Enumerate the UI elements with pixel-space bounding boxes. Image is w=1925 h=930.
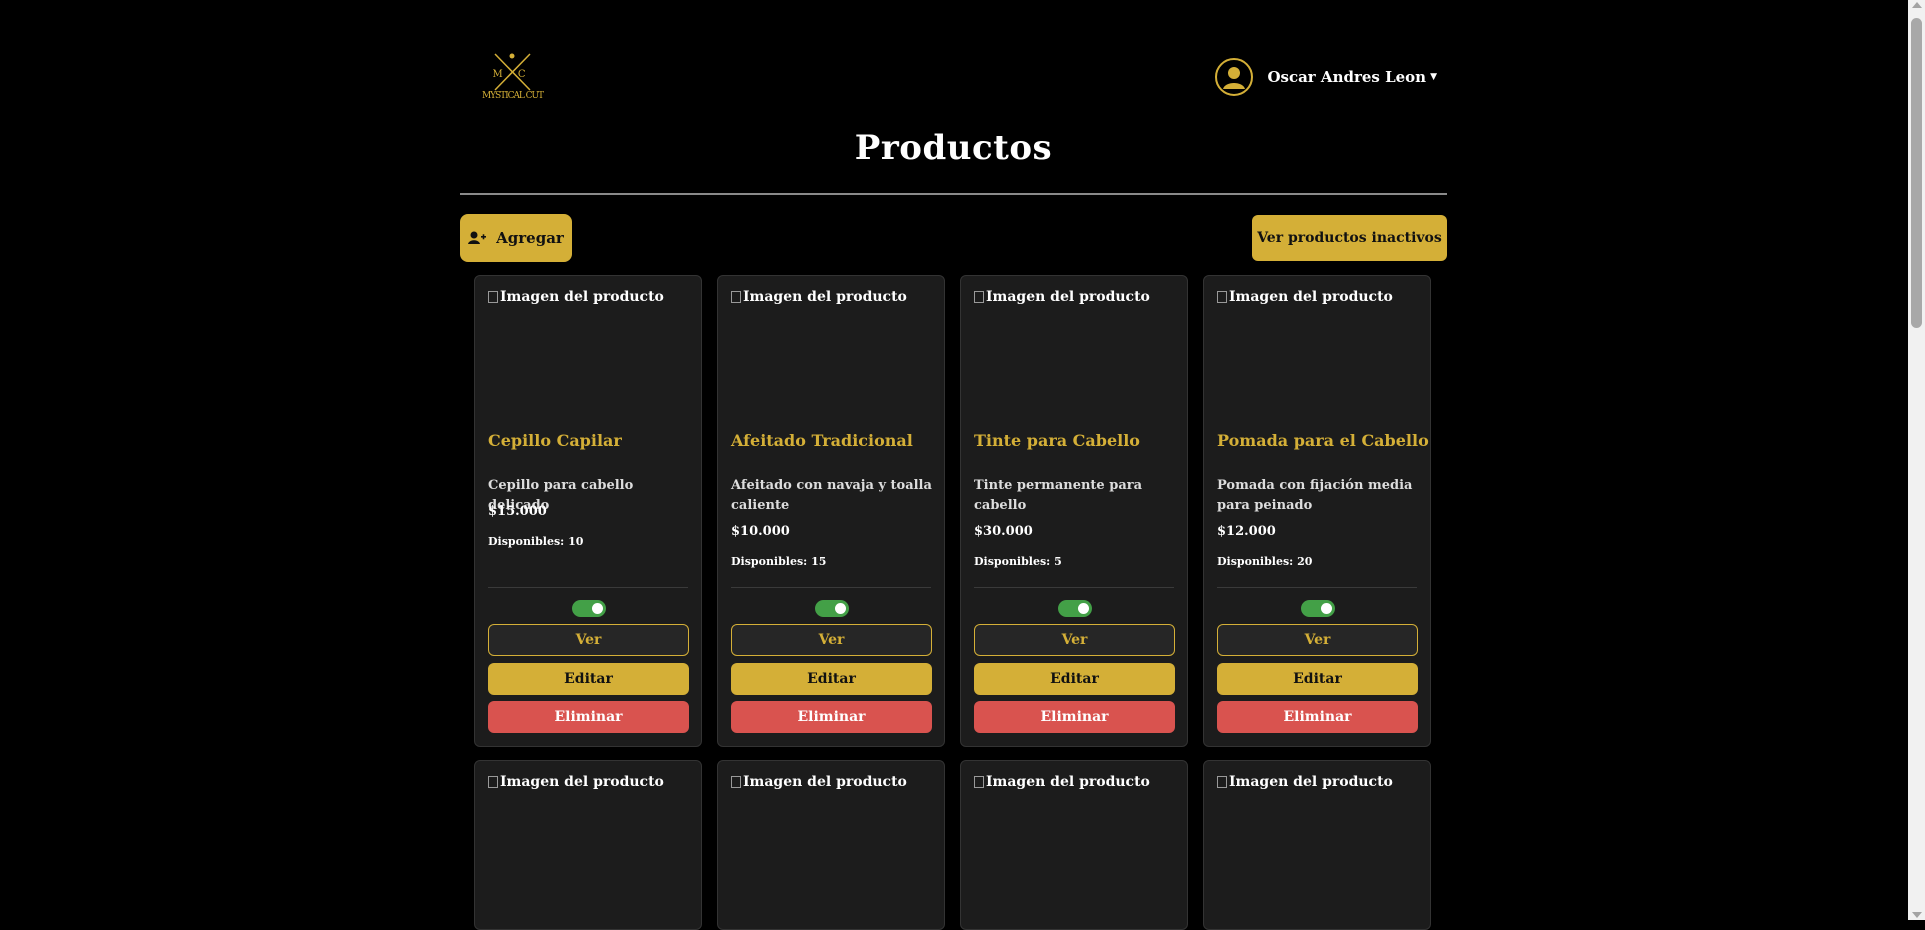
user-avatar-icon (1223, 67, 1246, 89)
logo-icon: M C MYSTICAL CUT (482, 53, 544, 101)
logo-text: MYSTICAL CUT (482, 91, 544, 101)
broken-image-icon (731, 291, 741, 303)
vertical-scrollbar[interactable] (1908, 0, 1925, 920)
active-toggle[interactable] (815, 600, 849, 617)
product-image: Imagen del producto (488, 774, 664, 790)
delete-button[interactable]: Eliminar (1217, 701, 1418, 733)
view-button[interactable]: Ver (488, 624, 689, 656)
broken-image-icon (488, 291, 498, 303)
product-card: Imagen del producto Tinte para Cabello T… (960, 275, 1188, 747)
product-price: $30.000 (974, 524, 1033, 539)
delete-button[interactable]: Eliminar (488, 701, 689, 733)
product-card: Imagen del producto Pomada para el Cabel… (1203, 275, 1431, 747)
user-avatar (1215, 58, 1254, 96)
edit-button[interactable]: Editar (488, 663, 689, 695)
product-description: Pomada con fijación media para peinado (1217, 478, 1413, 513)
user-menu[interactable]: Oscar Andres Leon ▼ (1215, 58, 1437, 96)
broken-image-icon (488, 776, 498, 788)
broken-image-icon (974, 776, 984, 788)
card-divider (1217, 587, 1417, 588)
edit-button[interactable]: Editar (1217, 663, 1418, 695)
add-product-button[interactable]: Agregar (460, 214, 572, 262)
card-divider (731, 587, 931, 588)
logo-monogram: M C (492, 69, 531, 80)
scroll-up-arrow-icon[interactable] (1912, 2, 1922, 8)
broken-image-icon (1217, 291, 1227, 303)
product-name: Afeitado Tradicional (731, 431, 913, 450)
product-stock: Disponibles: 20 (1217, 555, 1313, 568)
product-image: Imagen del producto (974, 289, 1150, 305)
active-toggle[interactable] (1058, 600, 1092, 617)
product-stock: Disponibles: 5 (974, 555, 1062, 568)
page-container: M C MYSTICAL CUT Oscar Andres Leon ▼ Pro… (460, 0, 1447, 930)
scroll-down-arrow-icon[interactable] (1912, 912, 1922, 918)
header: M C MYSTICAL CUT Oscar Andres Leon ▼ (460, 0, 1447, 135)
product-name: Pomada para el Cabello (1217, 431, 1429, 450)
view-button[interactable]: Ver (1217, 624, 1418, 656)
page-title: Productos (854, 128, 1053, 168)
delete-button[interactable]: Eliminar (731, 701, 932, 733)
product-stock: Disponibles: 15 (731, 555, 827, 568)
product-card: Imagen del producto (960, 760, 1188, 930)
product-image: Imagen del producto (1217, 289, 1393, 305)
broken-image-icon (1217, 776, 1227, 788)
product-image: Imagen del producto (731, 774, 907, 790)
product-description: Afeitado con navaja y toalla caliente (731, 478, 932, 513)
product-price: $15.000 (488, 504, 547, 519)
product-card: Imagen del producto Afeitado Tradicional… (717, 275, 945, 747)
product-card: Imagen del producto (717, 760, 945, 930)
card-divider (974, 587, 1174, 588)
edit-button[interactable]: Editar (974, 663, 1175, 695)
product-image: Imagen del producto (974, 774, 1150, 790)
broken-image-icon (731, 776, 741, 788)
product-image: Imagen del producto (731, 289, 907, 305)
scroll-thumb[interactable] (1911, 18, 1922, 328)
edit-button[interactable]: Editar (731, 663, 932, 695)
card-divider (488, 587, 688, 588)
user-name: Oscar Andres Leon (1267, 68, 1427, 86)
product-card: Imagen del producto Cepillo Capilar Cepi… (474, 275, 702, 747)
product-name: Tinte para Cabello (974, 431, 1140, 450)
divider (460, 193, 1447, 195)
product-card: Imagen del producto (474, 760, 702, 930)
product-description: Tinte permanente para cabello (974, 478, 1143, 513)
active-toggle[interactable] (1301, 600, 1335, 617)
product-price: $12.000 (1217, 524, 1276, 539)
product-card: Imagen del producto (1203, 760, 1431, 930)
inactive-products-button[interactable]: Ver productos inactivos (1252, 215, 1447, 261)
product-image: Imagen del producto (488, 289, 664, 305)
add-user-icon (468, 231, 487, 244)
add-label: Agregar (496, 229, 564, 247)
broken-image-icon (974, 291, 984, 303)
caret-down-icon: ▼ (1430, 72, 1437, 82)
view-button[interactable]: Ver (731, 624, 932, 656)
delete-button[interactable]: Eliminar (974, 701, 1175, 733)
product-price: $10.000 (731, 524, 790, 539)
active-toggle[interactable] (572, 600, 606, 617)
product-image: Imagen del producto (1217, 774, 1393, 790)
view-button[interactable]: Ver (974, 624, 1175, 656)
product-stock: Disponibles: 10 (488, 535, 584, 548)
product-name: Cepillo Capilar (488, 431, 622, 450)
logo[interactable]: M C MYSTICAL CUT (480, 50, 550, 112)
